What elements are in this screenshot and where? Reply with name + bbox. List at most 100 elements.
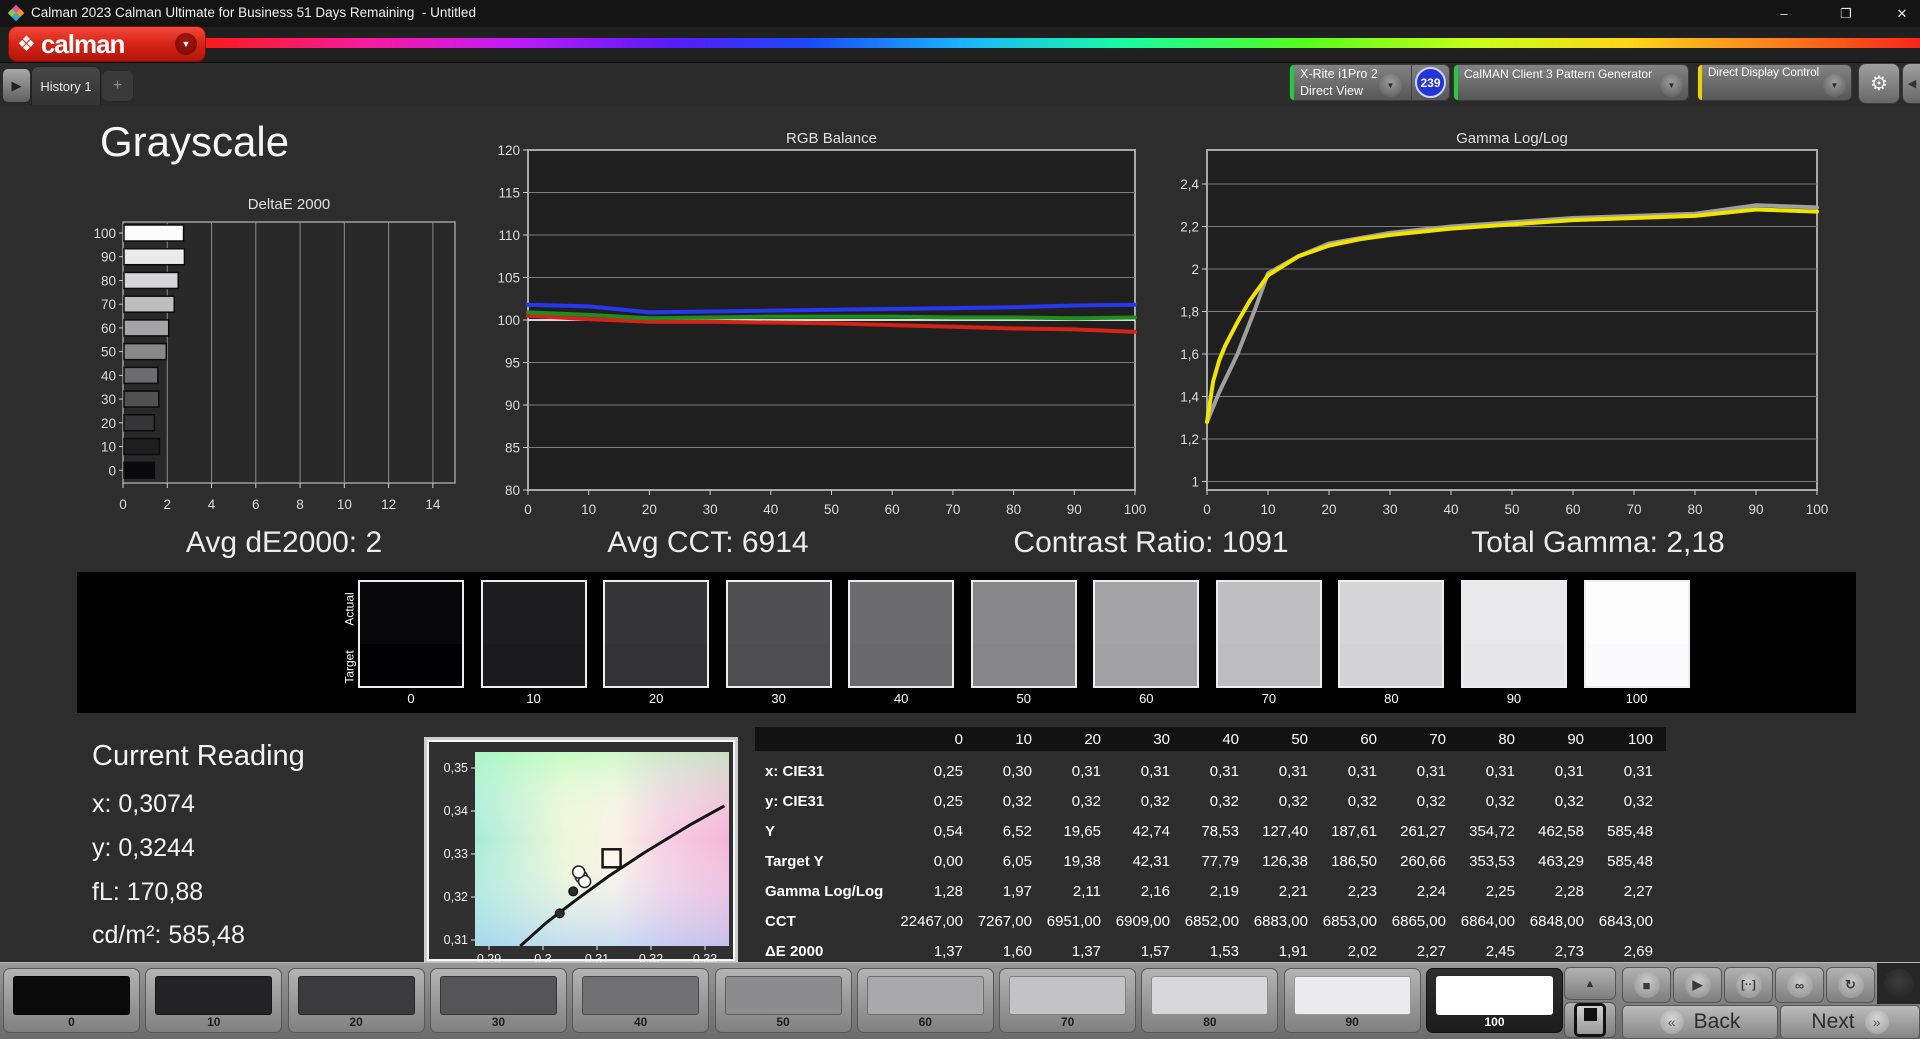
pattern-button-20[interactable]: 20 [287,968,425,1033]
app-icon [7,4,25,22]
pattern-window-button[interactable] [1564,1002,1616,1038]
table-row-label: CCT [765,912,796,930]
table-cell: 42,31 [1132,852,1170,870]
deltae-bar-chart: 0 2 4 6 8 10 12 141009080706050403020100 [93,221,456,512]
actual-patch [482,582,585,645]
svg-text:90: 90 [101,250,116,265]
svg-text:10: 10 [337,497,352,512]
svg-text:8: 8 [296,497,304,512]
table-cell: 6,52 [1002,822,1032,840]
refresh-button[interactable]: ↻ [1826,967,1875,1003]
table-cell: 2,24 [1416,882,1446,900]
table-cell: 0,31 [1416,762,1446,780]
table-cell: 0,31 [1071,762,1101,780]
interval-icon: [··] [1735,972,1762,998]
target-patch [1340,644,1443,686]
pattern-button-90[interactable]: 90 [1283,968,1421,1033]
pattern-button-100[interactable]: 100 [1426,968,1563,1033]
table-cell: 0,32 [1140,792,1170,810]
back-button[interactable]: « Back [1622,1005,1778,1039]
table-cell: 19,38 [1063,852,1101,870]
table-cell: 6864,00 [1460,912,1515,930]
table-cell: 1,28 [933,882,963,900]
chevron-down-icon[interactable]: ▼ [1660,74,1683,97]
svg-text:2: 2 [1191,262,1199,277]
minimize-button[interactable]: – [1760,0,1808,27]
table-cell: 6,05 [1002,852,1032,870]
meter-dropdown[interactable]: X-Rite i1Pro 2 Direct View ▼ 239 [1289,64,1450,101]
table-header-cell: 20 [1045,727,1114,751]
target-patch [1585,644,1688,686]
svg-text:105: 105 [497,271,520,286]
svg-text:10: 10 [1260,502,1275,517]
grayscale-swatch-50 [970,580,1077,688]
svg-text:40: 40 [763,502,778,517]
target-patch [360,644,462,686]
table-row-label: Target Y [765,852,824,870]
scroll-up-button[interactable]: ▲ [1564,967,1616,1000]
pattern-button-10[interactable]: 10 [145,968,283,1033]
table-corner-cell [755,727,907,751]
collapse-panel-button[interactable]: ◀ [1902,63,1920,104]
table-cell: 77,79 [1201,852,1239,870]
window-title: Calman 2023 Calman Ultimate for Business… [31,5,476,20]
table-cell: 186,50 [1331,852,1377,870]
table-cell: 6853,00 [1322,912,1377,930]
svg-text:2,4: 2,4 [1180,177,1199,192]
add-tab-button[interactable]: + [101,70,134,102]
table-cell: 0,31 [1623,762,1653,780]
settings-gear-button[interactable]: ⚙ [1858,63,1900,104]
calman-logo-icon: ❖ [17,32,36,56]
table-header-cell: 80 [1459,727,1528,751]
reading-fl: fL: 170,88 [92,878,204,906]
pattern-level-label: 80 [1203,1015,1217,1029]
history-panel-toggle[interactable]: ▶ [2,68,31,103]
target-patch [1462,644,1565,686]
calman-logo-text: calman [40,29,126,59]
chevron-down-icon[interactable]: ▼ [175,33,197,55]
pattern-button-30[interactable]: 30 [429,968,567,1033]
calman-logo-button[interactable]: ❖ calman ▼ [8,26,206,62]
chevron-down-icon[interactable]: ▼ [1379,74,1402,97]
svg-text:2: 2 [164,497,172,512]
play-button[interactable]: ▶ [1673,967,1722,1003]
swatch-level-label: 100 [1625,691,1648,706]
pattern-button-60[interactable]: 60 [856,968,994,1033]
interval-button[interactable]: [··] [1724,967,1773,1003]
refresh-icon: ↻ [1837,972,1864,998]
table-header-cell: 40 [1183,727,1252,751]
stop-button[interactable]: ■ [1622,967,1671,1003]
table-cell: 1,60 [1002,942,1032,960]
table-cell: 2,19 [1209,882,1239,900]
pattern-button-50[interactable]: 50 [714,968,852,1033]
svg-text:0,32: 0,32 [444,890,468,904]
tab-history-1[interactable]: History 1 [31,66,101,105]
table-cell: 0,25 [933,792,963,810]
pattern-swatch [1009,976,1127,1015]
pattern-button-80[interactable]: 80 [1141,968,1279,1033]
swatch-level-label: 40 [893,691,909,706]
svg-text:40: 40 [1443,502,1458,517]
target-patch [1095,644,1198,686]
svg-text:20: 20 [1321,502,1336,517]
restore-button[interactable]: ❐ [1822,0,1870,27]
pattern-button-0[interactable]: 0 [3,968,140,1033]
display-control-dropdown[interactable]: Direct Display Control ▼ [1697,64,1852,101]
pattern-button-40[interactable]: 40 [572,968,710,1033]
close-button[interactable]: ✕ [1878,0,1920,27]
table-cell: 353,53 [1469,852,1515,870]
next-chevrons-icon: » [1864,1010,1889,1034]
pattern-swatch [439,976,557,1015]
pattern-swatch [724,976,842,1015]
chevron-down-icon[interactable]: ▼ [1823,74,1846,97]
pattern-generator-dropdown[interactable]: CalMAN Client 3 Pattern Generator ▼ [1453,64,1689,101]
next-button[interactable]: Next » [1780,1005,1920,1039]
table-cell: 1,97 [1002,882,1032,900]
grayscale-swatch-60 [1093,580,1200,688]
svg-text:0,34: 0,34 [444,804,468,818]
pattern-level-label: 50 [776,1015,790,1029]
swatch-level-label: 20 [648,691,664,706]
pattern-button-70[interactable]: 70 [999,968,1137,1033]
meter-reading-badge[interactable]: 239 [1415,67,1446,98]
loop-button[interactable]: ∞ [1775,967,1824,1003]
